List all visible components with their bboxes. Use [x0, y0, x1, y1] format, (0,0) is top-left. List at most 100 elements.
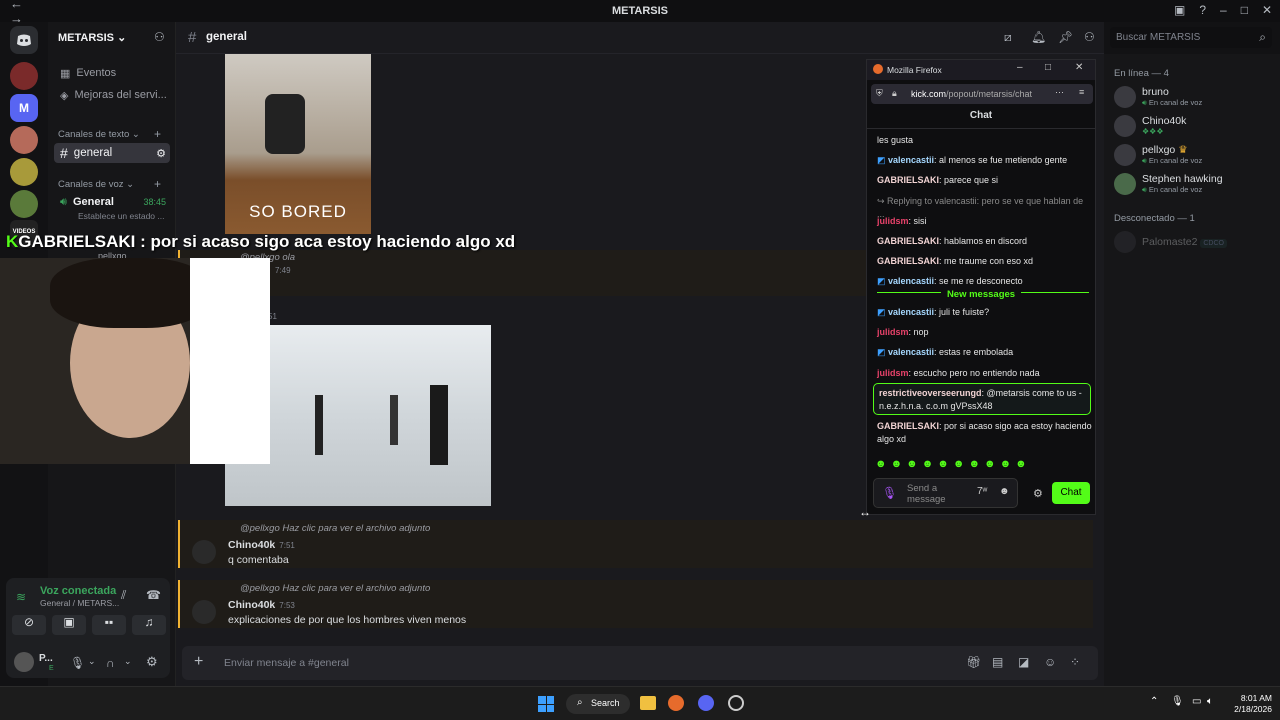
- microphone-icon[interactable]: 🎙︎: [882, 486, 897, 500]
- message-row[interactable]: @pellxgo Haz clic para ver el archivo ad…: [178, 580, 1093, 628]
- sidebar-item-events[interactable]: ▦ Eventos: [54, 63, 170, 83]
- gift-icon[interactable]: 🎁︎: [966, 655, 981, 669]
- avatar[interactable]: [192, 600, 216, 624]
- camera-button[interactable]: ⊘: [12, 615, 46, 635]
- sidebar-item-boosts[interactable]: ◈ Mejoras del servi...: [54, 85, 170, 105]
- member-item[interactable]: bruno 🔊︎ En canal de voz: [1114, 86, 1202, 108]
- clock[interactable]: 8:01 AM 2/18/2026: [1222, 693, 1272, 715]
- search-input[interactable]: Buscar METARSIS ⌕: [1110, 27, 1272, 48]
- microphone-icon[interactable]: 🎙︎: [70, 656, 85, 670]
- microphone-icon[interactable]: 🎙︎: [1171, 696, 1184, 707]
- chat-message[interactable]: GABRIELSAKI: hablamos en discord: [877, 235, 1092, 248]
- close-button[interactable]: ✕: [1262, 3, 1272, 17]
- apps-icon[interactable]: ⁘: [1070, 655, 1080, 669]
- add-attachment-icon[interactable]: +: [194, 653, 203, 671]
- minimize-button[interactable]: –: [1017, 62, 1023, 73]
- category-voice-channels[interactable]: Canales de voz ⌄: [58, 179, 134, 190]
- send-chat-button[interactable]: Chat: [1052, 482, 1090, 504]
- chat-username[interactable]: GABRIELSAKI: [877, 175, 939, 185]
- chat-message[interactable]: les gusta: [877, 134, 1092, 147]
- chat-message[interactable]: julidsm: sisi: [877, 215, 1092, 228]
- maximize-button[interactable]: □: [1045, 62, 1051, 73]
- url-bar[interactable]: ⛨ 🔒︎ kick.com/popout/metarsis/chat ⋯ ≡: [871, 84, 1093, 104]
- monitor-icon[interactable]: ▭: [1192, 696, 1201, 707]
- user-name[interactable]: P...: [39, 653, 53, 664]
- chat-input[interactable]: 🎙︎ Send a message 7ʷ ☻: [873, 478, 1018, 508]
- chevron-down-icon[interactable]: ⌄: [124, 656, 132, 667]
- reply-preview[interactable]: @pellxgo Haz clic para ver el archivo ad…: [240, 583, 430, 594]
- chat-message[interactable]: GABRIELSAKI: parece que si: [877, 174, 1092, 187]
- members-icon[interactable]: ⚇: [1084, 30, 1095, 44]
- add-channel-icon[interactable]: +: [154, 127, 161, 141]
- server-icon[interactable]: [10, 158, 38, 186]
- status-hint[interactable]: Establece un estado ...: [78, 211, 164, 221]
- emoji-icon[interactable]: ☺: [1044, 655, 1056, 669]
- headphones-icon[interactable]: ∩: [106, 656, 115, 670]
- chat-username[interactable]: valencastii: [888, 155, 934, 165]
- more-icon[interactable]: ⋯: [1055, 87, 1064, 98]
- settings-icon[interactable]: ⚙: [1033, 487, 1043, 500]
- noise-suppression-icon[interactable]: ⫽: [121, 588, 126, 603]
- screenshare-button[interactable]: ▣: [52, 615, 86, 635]
- message-composer[interactable]: + Enviar mensaje a #general 🎁︎ ▤ ◪ ☺ ⁘: [182, 646, 1098, 680]
- app-taskbar-icon[interactable]: [728, 695, 744, 711]
- server-icon[interactable]: [10, 62, 38, 90]
- menu-icon[interactable]: ≡: [1079, 87, 1084, 97]
- member-item[interactable]: Stephen hawking 🔊︎ En canal de voz: [1114, 173, 1223, 195]
- chat-message[interactable]: GABRIELSAKI: me traume con eso xd: [877, 255, 1092, 268]
- message-row[interactable]: @pellxgo Haz clic para ver el archivo ad…: [178, 520, 1093, 568]
- avatar[interactable]: [192, 540, 216, 564]
- chat-username[interactable]: julidsm: [877, 327, 909, 337]
- highlighted-message[interactable]: restrictiveoverseerungd: @metarsis come …: [873, 383, 1091, 415]
- add-channel-icon[interactable]: +: [154, 177, 161, 191]
- chevron-up-icon[interactable]: ⌃: [1150, 696, 1158, 707]
- threads-icon[interactable]: ⧄: [1004, 30, 1012, 45]
- chevron-down-icon[interactable]: ⌄: [88, 656, 96, 667]
- voice-channel-path[interactable]: General / METARS...: [40, 598, 119, 608]
- windows-start-icon[interactable]: [538, 696, 554, 712]
- discord-taskbar-icon[interactable]: [698, 695, 714, 711]
- chat-username[interactable]: GABRIELSAKI: [877, 236, 939, 246]
- chat-message[interactable]: julidsm: escucho pero no entiendo nada: [877, 367, 1092, 380]
- avatar[interactable]: [14, 652, 34, 672]
- chat-username[interactable]: GABRIELSAKI: [877, 256, 939, 266]
- message-author[interactable]: Chino40k 7:51: [228, 539, 295, 551]
- inbox-icon[interactable]: ▣: [1174, 3, 1185, 17]
- gif-image[interactable]: SO BORED: [225, 54, 371, 234]
- chat-message[interactable]: ◩ valencastii: estas re embolada: [877, 346, 1092, 359]
- bell-icon[interactable]: 🔔︎: [1031, 30, 1046, 44]
- server-icon[interactable]: [10, 190, 38, 218]
- category-text-channels[interactable]: Canales de texto ⌄: [58, 129, 140, 140]
- emoji-icon[interactable]: ☻: [999, 486, 1010, 497]
- chat-message[interactable]: ◩ valencastii: al menos se fue metiendo …: [877, 154, 1092, 167]
- file-explorer-icon[interactable]: [640, 696, 656, 710]
- disconnect-icon[interactable]: ☎: [146, 588, 161, 602]
- sticker-icon[interactable]: ◪: [1018, 655, 1029, 669]
- emote-bar[interactable]: ☻☻☻☻☻☻☻☻☻☻: [875, 458, 1065, 472]
- volume-icon[interactable]: 🔈︎: [1207, 696, 1213, 707]
- server-name[interactable]: METARSIS ⌄: [58, 31, 126, 44]
- message-author[interactable]: Chino40k 7:53: [228, 599, 295, 611]
- activities-button[interactable]: ▪▪: [92, 615, 126, 635]
- pin-icon[interactable]: 📌︎: [1058, 30, 1073, 44]
- chat-message[interactable]: julidsm: nop: [877, 326, 1092, 339]
- close-button[interactable]: ✕: [1075, 62, 1083, 73]
- firefox-taskbar-icon[interactable]: [668, 695, 684, 711]
- server-icon[interactable]: [10, 126, 38, 154]
- server-icon-metarsis[interactable]: M: [10, 94, 38, 122]
- member-item[interactable]: Chino40k ❖❖❖: [1114, 115, 1186, 137]
- help-icon[interactable]: ?: [1199, 3, 1206, 17]
- shield-icon[interactable]: ⛨: [876, 88, 883, 99]
- command-icon[interactable]: 7ʷ: [977, 486, 987, 497]
- sidebar-item-voice-general[interactable]: 🔊︎ General 38:45: [54, 192, 170, 212]
- reply-preview[interactable]: @pellxgo Haz clic para ver el archivo ad…: [240, 523, 430, 534]
- maximize-button[interactable]: □: [1241, 3, 1248, 17]
- chat-username[interactable]: valencastii: [888, 276, 934, 286]
- settings-icon[interactable]: ⚙: [156, 147, 166, 160]
- sidebar-item-general[interactable]: # general ⚙: [54, 143, 170, 163]
- gif-icon[interactable]: ▤: [992, 655, 1003, 669]
- chat-username[interactable]: julidsm: [877, 368, 909, 378]
- chat-username[interactable]: valencastii: [888, 347, 934, 357]
- chat-message[interactable]: GABRIELSAKI: por si acaso sigo aca estoy…: [877, 420, 1092, 446]
- chat-username[interactable]: julidsm: [877, 216, 909, 226]
